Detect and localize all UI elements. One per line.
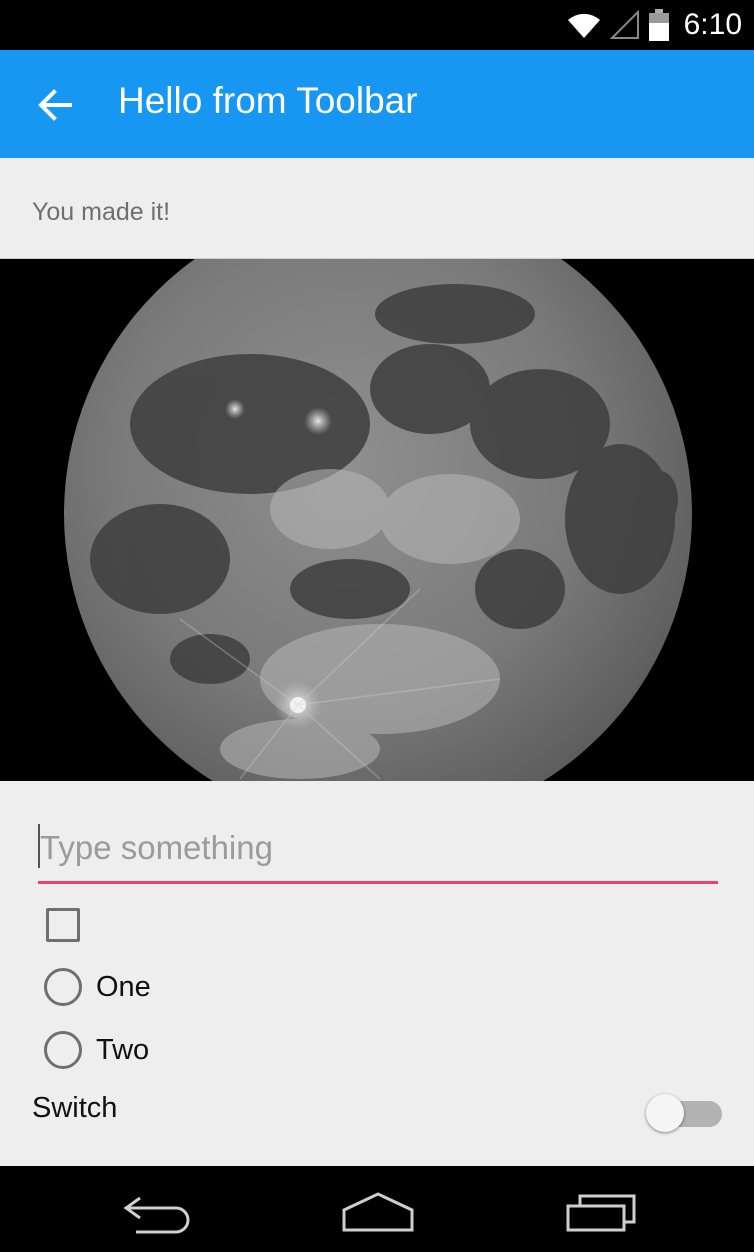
radio-label: One [96,970,151,1003]
cell-signal-icon [609,10,639,39]
radio-button[interactable] [44,968,82,1006]
switch-thumb[interactable] [646,1094,684,1132]
status-icons: 6:10 [566,6,742,44]
toolbar: Hello from Toolbar [0,50,754,158]
moon-image [0,259,754,781]
recents-nav-icon[interactable] [560,1188,640,1234]
radio-option-one[interactable]: One [44,967,151,1007]
arrow-back-icon[interactable] [34,84,76,126]
home-nav-icon[interactable] [338,1188,418,1234]
text-caret [38,824,40,868]
radio-button[interactable] [44,1031,82,1069]
status-time: 6:10 [683,8,742,41]
wifi-icon [567,13,600,38]
status-bar: 6:10 [0,0,754,50]
main-content: You made it! Type something One Two Swit… [0,158,754,1166]
back-nav-icon[interactable] [118,1188,198,1234]
text-input[interactable] [38,822,718,884]
radio-label: Two [96,1033,150,1066]
text-field[interactable] [38,822,718,884]
radio-option-two[interactable]: Two [44,1030,149,1070]
battery-icon [648,9,669,41]
checkbox[interactable] [46,908,80,942]
switch-toggle[interactable] [646,1093,722,1133]
message-text: You made it! [32,198,171,226]
switch-label: Switch [32,1092,118,1124]
toolbar-title: Hello from Toolbar [118,80,418,121]
navigation-bar [0,1166,754,1252]
